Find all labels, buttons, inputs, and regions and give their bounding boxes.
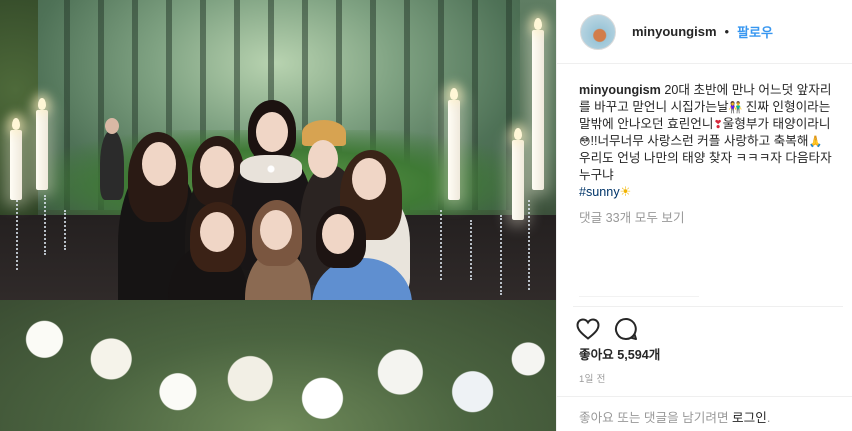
follow-button[interactable]: 팔로우 [737,22,773,41]
faint-divider [579,296,699,297]
lace-collar [240,155,302,183]
caption-username[interactable]: minyoungism [579,83,661,97]
post-photo[interactable] [0,0,556,431]
caption-text-5: 우리도 언넝 나만의 태양 찾자 ㅋㅋㅋ자 다음타자 누구냐 [579,151,832,182]
pray-emoji-icon: 🙏 [808,136,823,148]
likes-count[interactable]: 좋아요 5,594개 [579,344,660,363]
caption-text-4: !!너무너무 사랑스런 커플 사랑하고 축복해 [590,134,809,148]
heart-emoji-icon: ❣ [713,119,723,131]
login-link[interactable]: 로그인 [732,411,767,425]
header-username[interactable]: minyoungism [632,24,717,39]
header-separator: • [724,24,730,39]
guest-background-left [100,130,124,200]
candle-right-2 [532,30,544,190]
post-header: minyoungism • 팔로우 [557,0,852,64]
post-side-panel: minyoungism • 팔로우 minyoungism 20대 초반에 만나… [556,0,852,431]
flushed-face-emoji-icon: 😳 [579,136,591,148]
avatar[interactable] [580,13,616,50]
sun-emoji-icon: ☀ [619,184,632,199]
view-all-comments-link[interactable]: 댓글 33개 모두 보기 [557,201,852,226]
login-prompt-text: 좋아요 또는 댓글을 남기려면 [579,411,729,425]
comment-bubble-icon[interactable] [611,314,641,344]
instagram-post: minyoungism • 팔로우 minyoungism 20대 초반에 만나… [0,0,852,431]
couple-emoji-icon: 👫 [728,102,743,114]
caption: minyoungism 20대 초반에 만나 어느덧 앞자리를 바꾸고 맏언니 … [557,64,852,201]
login-prompt-bar: 좋아요 또는 댓글을 남기려면 로그인. [557,396,852,431]
caption-text-3: 울형부가 태양이라니 [722,117,831,131]
candle-left-2 [10,130,22,200]
action-bar [573,306,843,347]
candle-center [448,100,460,200]
hashtag-sunny[interactable]: #sunny [579,185,620,199]
post-timestamp[interactable]: 1일 전 [579,371,606,385]
flower-centerpiece [0,300,556,431]
like-heart-icon[interactable] [573,314,603,344]
candle-right-1 [512,140,524,220]
candle-left-1 [36,110,48,190]
login-suffix: . [766,411,771,425]
